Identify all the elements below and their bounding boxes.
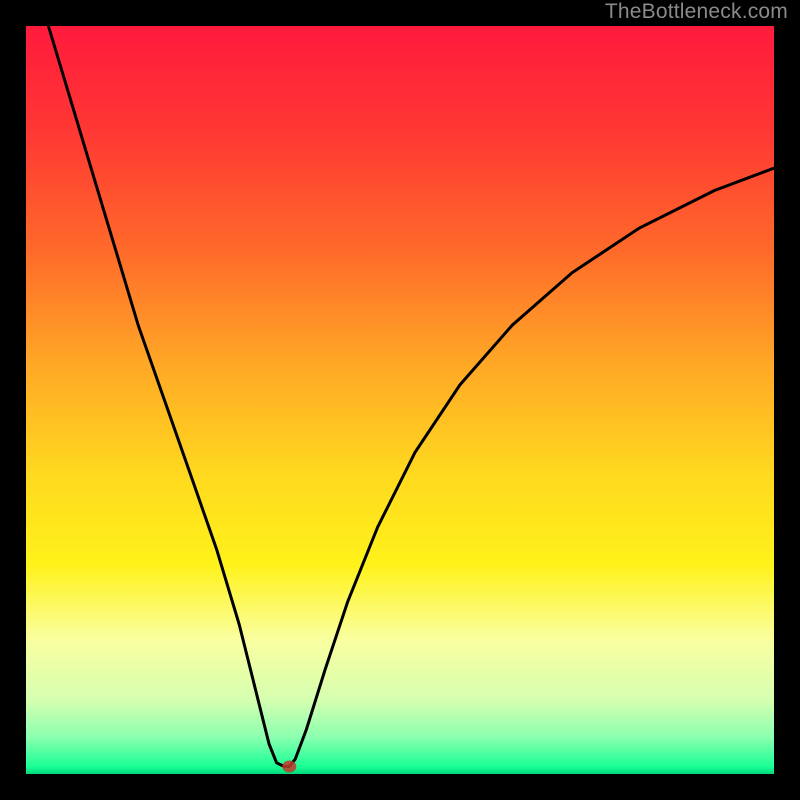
- bottleneck-chart: [0, 0, 800, 800]
- plot-area: [26, 26, 774, 774]
- minimum-marker: [282, 761, 296, 773]
- watermark-text: TheBottleneck.com: [605, 0, 788, 24]
